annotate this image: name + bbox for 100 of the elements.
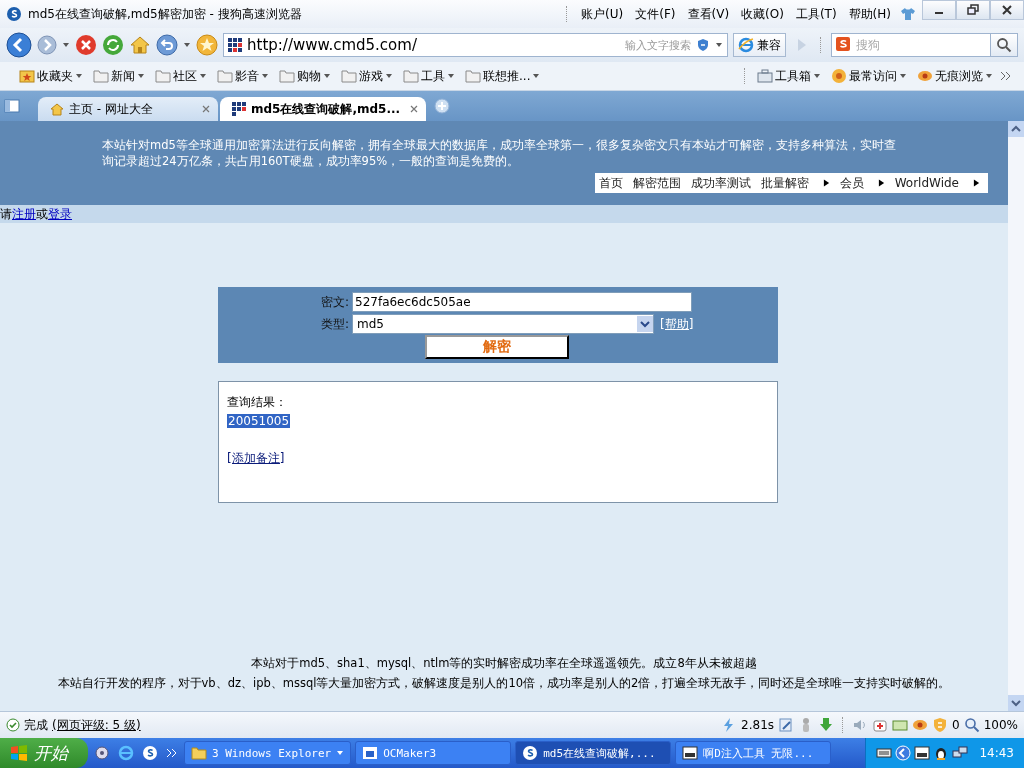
- scrollbar[interactable]: [1008, 121, 1024, 711]
- close-button[interactable]: [990, 0, 1024, 20]
- close-icon[interactable]: [410, 105, 419, 113]
- scroll-up-icon[interactable]: [1008, 121, 1024, 137]
- caret-icon[interactable]: [183, 41, 191, 49]
- security-count: 0: [952, 718, 960, 732]
- login-prompt: 或: [36, 205, 48, 223]
- shield-icon[interactable]: [696, 38, 710, 52]
- sidebar-toggle-icon[interactable]: [4, 98, 20, 114]
- bookmark-item[interactable]: 工具: [400, 67, 458, 85]
- toolbox-icon: [757, 68, 773, 84]
- browser-logo-icon[interactable]: [142, 745, 158, 761]
- toolbar-menu-item[interactable]: 无痕浏览: [914, 67, 996, 85]
- scroll-down-icon[interactable]: [1008, 695, 1024, 711]
- help-link[interactable]: [帮助]: [660, 315, 694, 333]
- windows-logo-icon: [10, 744, 28, 762]
- caret-icon: [323, 72, 331, 80]
- menu-item[interactable]: 收藏(O): [738, 5, 787, 23]
- nav-link[interactable]: WorldWide: [894, 176, 980, 190]
- menu-item[interactable]: 查看(V): [684, 5, 733, 23]
- site-grid-icon: [228, 38, 242, 52]
- bookmark-item[interactable]: 购物: [276, 67, 334, 85]
- toolbar-menu-item[interactable]: 最常访问: [828, 67, 910, 85]
- caret-icon[interactable]: [715, 41, 723, 49]
- stop-icon[interactable]: [75, 34, 97, 56]
- shirt-icon[interactable]: [900, 6, 916, 22]
- login-prompt: 请: [0, 205, 12, 223]
- download-icon[interactable]: [818, 717, 835, 733]
- forward-icon[interactable]: [37, 35, 57, 55]
- nav-link[interactable]: 解密范围: [632, 174, 681, 192]
- bookmark-item[interactable]: 社区: [152, 67, 210, 85]
- caret-icon: [447, 72, 455, 80]
- app-tray-icon[interactable]: [914, 745, 931, 761]
- type-label: 类型:: [319, 315, 349, 333]
- bookmark-item[interactable]: 联想推...: [462, 67, 544, 85]
- caret-icon: [137, 72, 145, 80]
- taskbar-button[interactable]: md5在线查询破解,...: [515, 741, 672, 765]
- caret-icon: [261, 72, 269, 80]
- refresh-icon[interactable]: [102, 34, 124, 56]
- type-dropdown[interactable]: md5: [352, 314, 654, 334]
- medical-kit-icon[interactable]: [872, 717, 889, 733]
- address-bar[interactable]: http://www.cmd5.com/ 输入文字搜索: [223, 33, 728, 57]
- add-note-link[interactable]: [添加备注]: [227, 450, 285, 467]
- taskbar-button[interactable]: OCMaker3: [355, 741, 512, 765]
- bookmark-item[interactable]: 收藏夹: [16, 67, 86, 85]
- footer-text: 本站对于md5、sha1、mysql、ntlm等的实时解密成功率在全球遥遥领先。成立8年从未被超越: [251, 655, 757, 672]
- keyboard-icon[interactable]: [876, 745, 893, 761]
- clock: 14:43: [979, 746, 1014, 760]
- window-title: md5在线查询破解,md5解密加密 - 搜狗高速浏览器: [28, 5, 302, 23]
- back-icon[interactable]: [6, 32, 32, 58]
- search-button[interactable]: [990, 33, 1018, 57]
- folder-icon: [93, 68, 109, 84]
- nav-link[interactable]: 成功率测试: [690, 174, 751, 192]
- menu-item[interactable]: 工具(T): [792, 5, 840, 23]
- browser-tab[interactable]: md5在线查询破解,md5...: [220, 97, 427, 121]
- menu-item[interactable]: 文件(F): [632, 5, 679, 23]
- bookmark-item[interactable]: 游戏: [338, 67, 396, 85]
- network-icon[interactable]: [952, 745, 969, 761]
- caret-icon: [199, 72, 207, 80]
- taskbar-button[interactable]: 啊D注入工具 无限...: [675, 741, 832, 765]
- login-link[interactable]: 登录: [48, 205, 72, 223]
- zoom-icon[interactable]: [963, 717, 980, 733]
- menu-item[interactable]: 帮助(H): [845, 5, 894, 23]
- cipher-input[interactable]: 527fa6ec6dc505ae: [352, 292, 692, 312]
- compat-mode-button[interactable]: 兼容: [733, 33, 786, 57]
- bookmark-item[interactable]: 影音: [214, 67, 272, 85]
- folder-icon: [155, 68, 171, 84]
- eye-icon[interactable]: [912, 717, 929, 733]
- page-rating-link[interactable]: (网页评级: 5 级): [52, 716, 141, 734]
- ie-icon: [738, 37, 754, 53]
- intro-text: 本站针对md5等全球通用加密算法进行反向解密，拥有全球最大的数据库，成功率全球第一，很多复杂密文只有本站才可解密，支持多种算法，实时查询记录超过24万亿条，共占用160T硬盘，成功率95%，一般的查询是免费的。: [102, 137, 897, 169]
- check-icon: [6, 718, 20, 732]
- caret-icon[interactable]: [62, 41, 70, 49]
- search-icon: [996, 37, 1012, 53]
- toolbar-menu-item[interactable]: 工具箱: [754, 67, 824, 85]
- nav-link[interactable]: 会员: [839, 174, 885, 192]
- home-icon[interactable]: [129, 34, 151, 56]
- edit-icon[interactable]: [778, 717, 795, 733]
- taskbar-button[interactable]: 3 Windows Explorer: [184, 741, 352, 765]
- start-button[interactable]: 开始: [0, 738, 88, 768]
- restore-icon: [967, 4, 979, 16]
- close-icon[interactable]: [202, 105, 210, 113]
- new-tab-icon[interactable]: [434, 98, 451, 114]
- footer-text: 本站自行开发的程序，对于vb、dz、ipb、mssql等大量加密方式，破解速度是别人的10倍，成功率是别人的2倍，打遍全球无敌手，同时还是全球唯一支持实时破解的。: [57, 675, 951, 692]
- more-chevron-icon[interactable]: [1000, 71, 1012, 81]
- bookmark-item[interactable]: 新闻: [90, 67, 148, 85]
- home-icon: [50, 102, 64, 116]
- undo-icon[interactable]: [156, 34, 178, 56]
- nav-link[interactable]: 批量解密: [760, 174, 830, 192]
- minimize-button[interactable]: [922, 0, 956, 20]
- star-folder-icon: [19, 68, 35, 84]
- nav-link[interactable]: 首页: [598, 174, 623, 192]
- restore-button[interactable]: [956, 0, 990, 20]
- ie-icon[interactable]: [118, 745, 134, 761]
- browser-tab[interactable]: 主页 - 网址大全: [38, 97, 218, 121]
- triangle-icon: [973, 178, 980, 188]
- search-engine-icon[interactable]: [836, 37, 852, 53]
- zoom-level[interactable]: 100%: [983, 718, 1018, 732]
- menu-item[interactable]: 账户(U): [578, 5, 627, 23]
- register-link[interactable]: 注册: [12, 205, 36, 223]
